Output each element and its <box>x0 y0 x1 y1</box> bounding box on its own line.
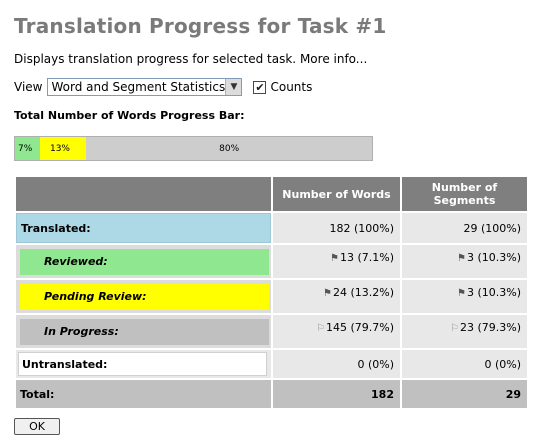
pending-words-cell: ⚑24 (13.2%) <box>273 280 400 313</box>
untranslated-words-cell: 0 (0%) <box>273 350 400 378</box>
pending-segments-value: 3 (10.3%) <box>466 286 521 299</box>
statistics-table: Number of Words Number of Segments Trans… <box>14 175 529 410</box>
page-title: Translation Progress for Task #1 <box>14 14 387 38</box>
flag-icon: ⚑ <box>323 288 332 299</box>
row-label-total: Total: <box>16 380 271 408</box>
in-progress-words-value: 145 (79.7%) <box>325 321 394 334</box>
table-row-total: Total: 182 29 <box>16 380 527 408</box>
row-label-in-progress-cell: In Progress: <box>16 315 271 348</box>
flag-outline-icon: ⚐ <box>450 323 459 334</box>
counts-checkbox[interactable]: ✔ <box>253 80 267 94</box>
flag-icon: ⚑ <box>457 288 466 299</box>
chevron-down-icon[interactable]: ▼ <box>225 79 242 95</box>
table-row-untranslated: Untranslated: 0 (0%) 0 (0%) <box>16 350 527 378</box>
progress-label-reviewed: 7% <box>18 143 33 154</box>
row-label-untranslated-cell: Untranslated: <box>16 350 271 378</box>
table-row-pending-review: Pending Review: ⚑24 (13.2%) ⚑3 (10.3%) <box>16 280 527 313</box>
reviewed-words-cell: ⚑13 (7.1%) <box>273 245 400 278</box>
untranslated-segments-cell: 0 (0%) <box>402 350 527 378</box>
reviewed-segments-cell: ⚑3 (10.3%) <box>402 245 527 278</box>
in-progress-words-cell: ⚐145 (79.7%) <box>273 315 400 348</box>
description-text: Displays translation progress for select… <box>14 52 297 66</box>
translation-progress-page: Translation Progress for Task #1 Display… <box>0 0 548 439</box>
progress-label-in-progress: 80% <box>219 143 240 154</box>
table-row-translated: Translated: 182 (100%) 29 (100%) <box>16 213 527 243</box>
row-label-reviewed-cell: Reviewed: <box>16 245 271 278</box>
header-blank-cell <box>16 177 271 211</box>
row-label-pending-review: Pending Review: <box>20 283 269 310</box>
view-select-value: Word and Segment Statistics <box>51 80 226 94</box>
row-label-pending-cell: Pending Review: <box>16 280 271 313</box>
view-label: View <box>14 80 43 94</box>
view-controls: View Word and Segment Statistics ▼ ✔ Cou… <box>14 78 312 96</box>
progress-segment-in-progress: 80% <box>86 137 372 160</box>
progress-segment-reviewed: 7% <box>15 137 40 160</box>
counts-label: Counts <box>270 80 313 94</box>
column-header-segments-line1: Number of <box>431 181 498 194</box>
reviewed-words-value: 13 (7.1%) <box>339 251 394 264</box>
column-header-segments-line2: Segments <box>433 194 496 207</box>
progress-segment-pending: 13% <box>39 137 87 160</box>
translated-segments-cell: 29 (100%) <box>402 213 527 243</box>
flag-icon: ⚑ <box>330 253 339 264</box>
flag-icon: ⚑ <box>457 253 466 264</box>
row-label-reviewed: Reviewed: <box>20 248 269 275</box>
translated-words-cell: 182 (100%) <box>273 213 400 243</box>
total-words-cell: 182 <box>273 380 400 408</box>
check-icon: ✔ <box>255 80 265 94</box>
more-info-link[interactable]: More info... <box>300 52 367 66</box>
row-label-translated: Translated: <box>16 213 271 243</box>
pending-segments-cell: ⚑3 (10.3%) <box>402 280 527 313</box>
table-header-row: Number of Words Number of Segments <box>16 177 527 211</box>
words-progress-bar: 7% 13% 80% <box>14 136 373 161</box>
in-progress-segments-cell: ⚐23 (79.3%) <box>402 315 527 348</box>
row-label-in-progress: In Progress: <box>20 318 269 345</box>
row-label-untranslated: Untranslated: <box>18 352 267 376</box>
pending-words-value: 24 (13.2%) <box>332 286 394 299</box>
in-progress-segments-value: 23 (79.3%) <box>459 321 521 334</box>
flag-outline-icon: ⚐ <box>316 323 325 334</box>
progress-bar-title: Total Number of Words Progress Bar: <box>14 109 245 122</box>
progress-label-pending: 13% <box>49 143 70 154</box>
view-select[interactable]: Word and Segment Statistics ▼ <box>47 78 243 96</box>
table-row-in-progress: In Progress: ⚐145 (79.7%) ⚐23 (79.3%) <box>16 315 527 348</box>
column-header-words-label: Number of Words <box>282 187 391 201</box>
table-row-reviewed: Reviewed: ⚑13 (7.1%) ⚑3 (10.3%) <box>16 245 527 278</box>
page-description: Displays translation progress for select… <box>14 52 367 66</box>
total-segments-cell: 29 <box>402 380 527 408</box>
column-header-segments: Number of Segments <box>402 177 527 211</box>
reviewed-segments-value: 3 (10.3%) <box>466 251 521 264</box>
column-header-words: Number of Words <box>273 177 400 211</box>
ok-button[interactable]: OK <box>14 418 60 435</box>
